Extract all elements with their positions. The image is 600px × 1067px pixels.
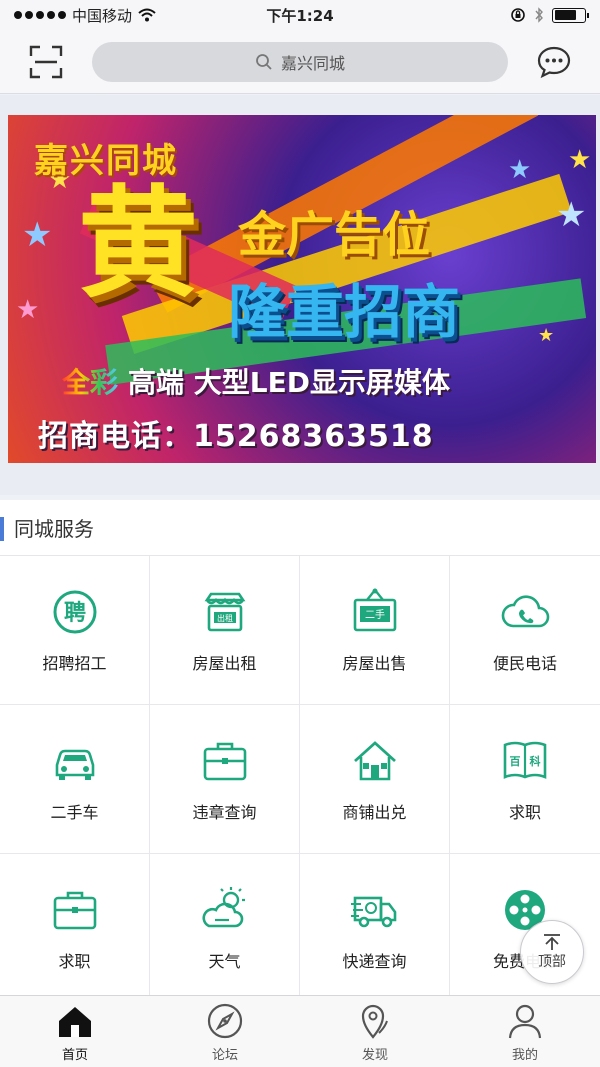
service-item-label: 便民电话 bbox=[492, 654, 557, 673]
banner-tag-rest: 高端 大型LED显示屏媒体 bbox=[128, 366, 450, 399]
house-sale-icon: 二手 bbox=[353, 588, 396, 632]
tab-label: 论坛 bbox=[211, 1047, 238, 1063]
service-item-label: 求职 bbox=[58, 952, 91, 971]
back-to-top-button[interactable]: 顶部 bbox=[520, 920, 584, 984]
star-icon: ★ bbox=[22, 215, 53, 255]
section-title: 同城服务 bbox=[0, 500, 600, 556]
search-input[interactable]: 嘉兴同城 bbox=[92, 41, 508, 82]
briefcase-icon bbox=[203, 742, 246, 781]
signal-strength-icon bbox=[14, 11, 66, 19]
arrow-up-icon bbox=[544, 934, 560, 950]
service-item-label: 求职 bbox=[508, 803, 541, 822]
status-bar: 中国移动 下午1:24 bbox=[0, 0, 600, 30]
service-item-label: 商铺出兑 bbox=[342, 803, 407, 822]
search-placeholder: 嘉兴同城 bbox=[280, 53, 345, 73]
bluetooth-icon bbox=[535, 7, 543, 23]
tab-label: 发现 bbox=[361, 1047, 388, 1063]
star-icon: ★ bbox=[16, 295, 40, 325]
tab-mine[interactable]: 我的 bbox=[450, 996, 600, 1067]
location-pin-icon bbox=[361, 1004, 388, 1039]
chat-bubble-icon bbox=[537, 46, 571, 78]
service-item[interactable]: 违章查询 bbox=[150, 705, 300, 854]
service-item-label: 房屋出租 bbox=[192, 654, 257, 673]
car-icon bbox=[55, 749, 94, 780]
search-icon bbox=[256, 53, 272, 70]
star-icon: ★ bbox=[508, 155, 532, 185]
scan-button[interactable] bbox=[22, 38, 70, 86]
service-item[interactable]: 免费电影 bbox=[450, 854, 600, 1003]
orientation-lock-icon bbox=[511, 8, 525, 22]
tab-label: 首页 bbox=[61, 1047, 88, 1063]
service-item[interactable]: 百科求职 bbox=[450, 705, 600, 854]
tab-label: 我的 bbox=[511, 1047, 538, 1063]
star-icon: ★ bbox=[556, 195, 587, 235]
home-icon bbox=[59, 1006, 91, 1037]
svg-text:聘: 聘 bbox=[63, 601, 85, 626]
back-to-top-label: 顶部 bbox=[538, 954, 566, 970]
service-item-label: 天气 bbox=[208, 952, 241, 971]
wifi-icon bbox=[138, 8, 156, 22]
weather-icon bbox=[202, 887, 245, 928]
phone-cloud-icon bbox=[501, 595, 550, 628]
tab-home[interactable]: 首页 bbox=[0, 996, 150, 1067]
shop-icon bbox=[353, 741, 396, 781]
star-icon: ★ bbox=[538, 325, 555, 346]
encyclopedia-book-icon: 百科 bbox=[503, 741, 547, 779]
delivery-truck-icon bbox=[350, 896, 396, 928]
banner-headline-1: 金广告位 bbox=[238, 207, 431, 263]
hire-icon: 聘 bbox=[53, 590, 96, 634]
service-item[interactable]: 求职 bbox=[0, 854, 150, 1003]
tab-discover[interactable]: 发现 bbox=[300, 996, 450, 1067]
banner-big-char: 黄 bbox=[78, 175, 198, 314]
tab-forum[interactable]: 论坛 bbox=[150, 996, 300, 1067]
user-icon bbox=[508, 1004, 542, 1038]
service-item[interactable]: 天气 bbox=[150, 854, 300, 1003]
banner-headline-2: 隆重招商 bbox=[228, 278, 461, 346]
service-item-label: 招聘招工 bbox=[42, 654, 107, 673]
message-button[interactable] bbox=[530, 38, 578, 86]
star-icon: ★ bbox=[568, 145, 592, 175]
service-item[interactable]: 便民电话 bbox=[450, 556, 600, 705]
compass-icon bbox=[207, 1003, 243, 1038]
battery-icon bbox=[552, 7, 589, 23]
service-item-label: 二手车 bbox=[50, 803, 99, 822]
services-grid: 聘招聘招工 出租 房屋出租 二手 房屋出售 便民电话 二手车 违章查询 商铺出兑百科求职 求职 天气… bbox=[0, 556, 600, 1003]
svg-text:出租: 出租 bbox=[217, 613, 233, 623]
ad-banner[interactable]: ★ ★ ★ ★ ★ ★ ★ 嘉兴同城 黄 金广告位 隆重招商 全彩 高端 大型LE… bbox=[8, 115, 596, 463]
banner-area: ★ ★ ★ ★ ★ ★ ★ 嘉兴同城 黄 金广告位 隆重招商 全彩 高端 大型LE… bbox=[0, 95, 600, 495]
service-item-label: 房屋出售 bbox=[342, 654, 407, 673]
bottom-tab-bar: 首页 论坛 发现 我的 bbox=[0, 995, 600, 1067]
banner-tagline: 全彩 高端 大型LED显示屏媒体 bbox=[62, 361, 450, 401]
banner-phone: 招商电话：15268363518 bbox=[38, 419, 434, 454]
svg-text:百: 百 bbox=[510, 755, 521, 768]
house-rent-icon: 出租 bbox=[204, 592, 245, 632]
top-header: 嘉兴同城 bbox=[0, 30, 600, 94]
battery-level bbox=[554, 10, 577, 20]
scan-icon bbox=[29, 45, 63, 78]
service-item[interactable]: 二手 房屋出售 bbox=[300, 556, 450, 705]
status-left: 中国移动 bbox=[14, 5, 156, 26]
svg-text:二手: 二手 bbox=[365, 608, 385, 621]
service-item-label: 违章查询 bbox=[192, 803, 257, 822]
status-right bbox=[510, 7, 589, 23]
service-item[interactable]: 快递查询 bbox=[300, 854, 450, 1003]
briefcase-icon bbox=[53, 891, 96, 930]
carrier-name: 中国移动 bbox=[72, 6, 133, 25]
svg-text:科: 科 bbox=[530, 754, 541, 768]
service-item[interactable]: 出租 房屋出租 bbox=[150, 556, 300, 705]
banner-tag-color: 全彩 bbox=[62, 366, 119, 399]
service-item[interactable]: 聘招聘招工 bbox=[0, 556, 150, 705]
service-item[interactable]: 二手车 bbox=[0, 705, 150, 854]
service-item-label: 快递查询 bbox=[342, 952, 407, 971]
service-item[interactable]: 商铺出兑 bbox=[300, 705, 450, 854]
services-section: 同城服务 聘招聘招工 出租 房屋出租 二手 房屋出售 便民电话 二手车 违章查询 商铺出兑百科求… bbox=[0, 500, 600, 1003]
